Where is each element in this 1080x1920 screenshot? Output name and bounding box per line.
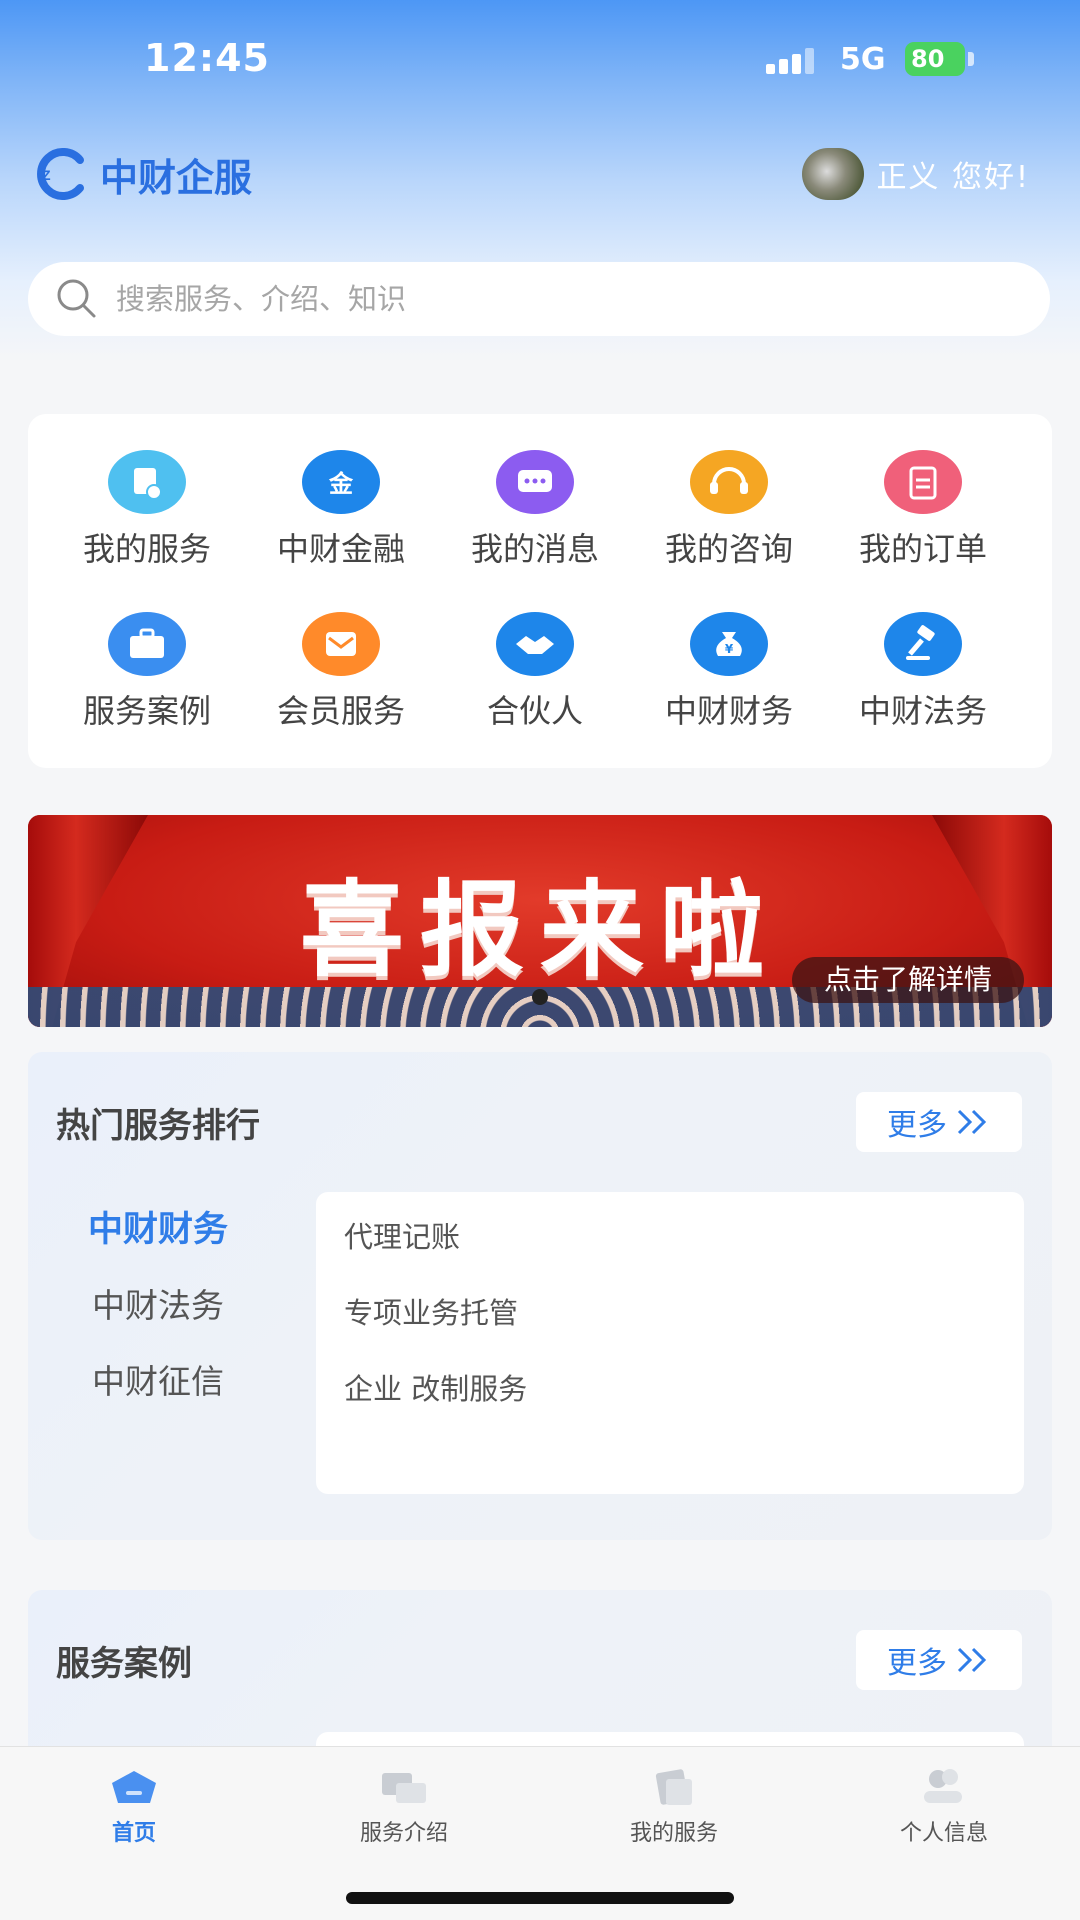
category-tab-2[interactable]: 中财法务 (58, 1268, 258, 1344)
my-service-icon (655, 1769, 692, 1805)
battery-icon: 80 (905, 42, 965, 76)
svg-text:Z: Z (42, 167, 51, 183)
menu-item-label: 合伙人 (486, 692, 583, 730)
avatar[interactable] (802, 148, 865, 200)
home-icon (112, 1771, 156, 1803)
menu-item-4[interactable]: 我的咨询 (632, 450, 826, 570)
carousel-indicator[interactable] (532, 989, 548, 1005)
menu-item-8[interactable]: 合伙人 (438, 612, 632, 732)
cases-more-button[interactable]: 更多 (856, 1630, 1022, 1690)
menu-item-3[interactable]: 我的消息 (438, 450, 632, 570)
more-label: 更多 (887, 1108, 947, 1143)
svg-text:¥: ¥ (725, 642, 734, 656)
tab-label: 首页 (111, 1821, 156, 1846)
tab-label: 我的服务 (629, 1821, 718, 1846)
status-bar: 12:45 5G 80 (0, 0, 1080, 120)
menu-item-1[interactable]: 我的服务 (50, 450, 244, 570)
tab-label: 个人信息 (899, 1821, 988, 1846)
menu-item-label: 服务案例 (82, 692, 211, 730)
menu-item-label: 中财金融 (276, 530, 405, 568)
menu-item-label: 会员服务 (276, 692, 405, 730)
svg-text:金: 金 (328, 470, 354, 498)
battery-level: 80 (911, 45, 945, 73)
message-icon (496, 450, 574, 514)
category-tab-1[interactable]: 中财财务 (58, 1192, 258, 1268)
search-input[interactable] (116, 282, 916, 316)
headset-icon (690, 450, 768, 514)
tab-4[interactable]: 个人信息 (844, 1761, 1044, 1847)
service-list-item[interactable]: 企业 改制服务 (344, 1358, 1024, 1434)
quick-menu-grid: 我的服务金中财金融 我的消息 我的咨询 我的订单 服务案例 会员服务 合伙人 ¥ 中财财务 中财法… (50, 450, 1020, 732)
category-tab-3[interactable]: 中财征信 (58, 1344, 258, 1420)
promo-banner[interactable]: 喜报来啦 点击了解详情 (28, 815, 1052, 1027)
menu-item-9[interactable]: ¥ 中财财务 (632, 612, 826, 732)
network-type: 5G (840, 42, 886, 77)
menu-item-label: 中财法务 (858, 692, 987, 730)
service-doc-icon (108, 450, 186, 514)
clipboard-icon (884, 450, 962, 514)
banner-cta-button[interactable]: 点击了解详情 (791, 957, 1024, 1003)
double-chevron-right-icon (957, 1647, 987, 1673)
tab-1[interactable]: 首页 (34, 1761, 234, 1847)
money-bag-icon: ¥ (690, 612, 768, 676)
service-list-panel: 代理记账 专项业务托管 企业 改制服务 (316, 1192, 1024, 1494)
menu-item-7[interactable]: 会员服务 (244, 612, 438, 732)
service-list-item[interactable]: 代理记账 (344, 1206, 1024, 1282)
cases-title: 服务案例 (56, 1644, 192, 1684)
brand-name: 中财企服 (100, 155, 253, 200)
category-list: 中财财务 中财法务 中财征信 (58, 1192, 258, 1420)
menu-item-10[interactable]: 中财法务 (826, 612, 1020, 732)
search-bar[interactable] (28, 262, 1050, 336)
menu-item-label: 我的消息 (470, 530, 599, 568)
gavel-icon (884, 612, 962, 676)
menu-item-label: 我的服务 (82, 530, 211, 568)
double-chevron-right-icon (957, 1109, 987, 1135)
brand-logo-icon: Z (37, 148, 84, 200)
menu-item-2[interactable]: 金中财金融 (244, 450, 438, 570)
user-greeting[interactable]: 正义 您好! (802, 146, 1030, 202)
menu-item-label: 我的订单 (858, 530, 987, 568)
signal-icon (766, 48, 822, 74)
finance-gold-icon: 金 (302, 450, 380, 514)
profile-icon (924, 1769, 962, 1803)
search-icon (57, 279, 96, 318)
brand: Z 中财企服 (36, 146, 252, 202)
tab-3[interactable]: 我的服务 (574, 1761, 774, 1847)
menu-item-label: 中财财务 (664, 692, 793, 730)
member-envelope-icon (302, 612, 380, 676)
menu-item-label: 我的咨询 (664, 530, 793, 568)
service-intro-icon (382, 1773, 426, 1803)
home-indicator[interactable] (346, 1892, 734, 1904)
service-list-item[interactable]: 专项业务托管 (344, 1282, 1024, 1358)
handshake-icon (496, 612, 574, 676)
tab-label: 服务介绍 (359, 1821, 448, 1846)
battery-cap (968, 52, 974, 66)
briefcase-icon (108, 612, 186, 676)
tab-2[interactable]: 服务介绍 (304, 1761, 504, 1847)
status-time: 12:45 (144, 36, 270, 80)
hot-services-title: 热门服务排行 (56, 1106, 260, 1146)
hot-services-section: 热门服务排行 更多 中财财务 中财法务 中财征信 代理记账 专项业务托管 企业 改制服务 (28, 1052, 1052, 1540)
more-label: 更多 (887, 1646, 947, 1681)
menu-item-6[interactable]: 服务案例 (50, 612, 244, 732)
greeting-text: 正义 您好! (876, 160, 1030, 195)
menu-item-5[interactable]: 我的订单 (826, 450, 1020, 570)
hot-services-more-button[interactable]: 更多 (856, 1092, 1022, 1152)
quick-menu-card: 我的服务金中财金融 我的消息 我的咨询 我的订单 服务案例 会员服务 合伙人 ¥ 中财财务 中财法… (28, 414, 1052, 768)
